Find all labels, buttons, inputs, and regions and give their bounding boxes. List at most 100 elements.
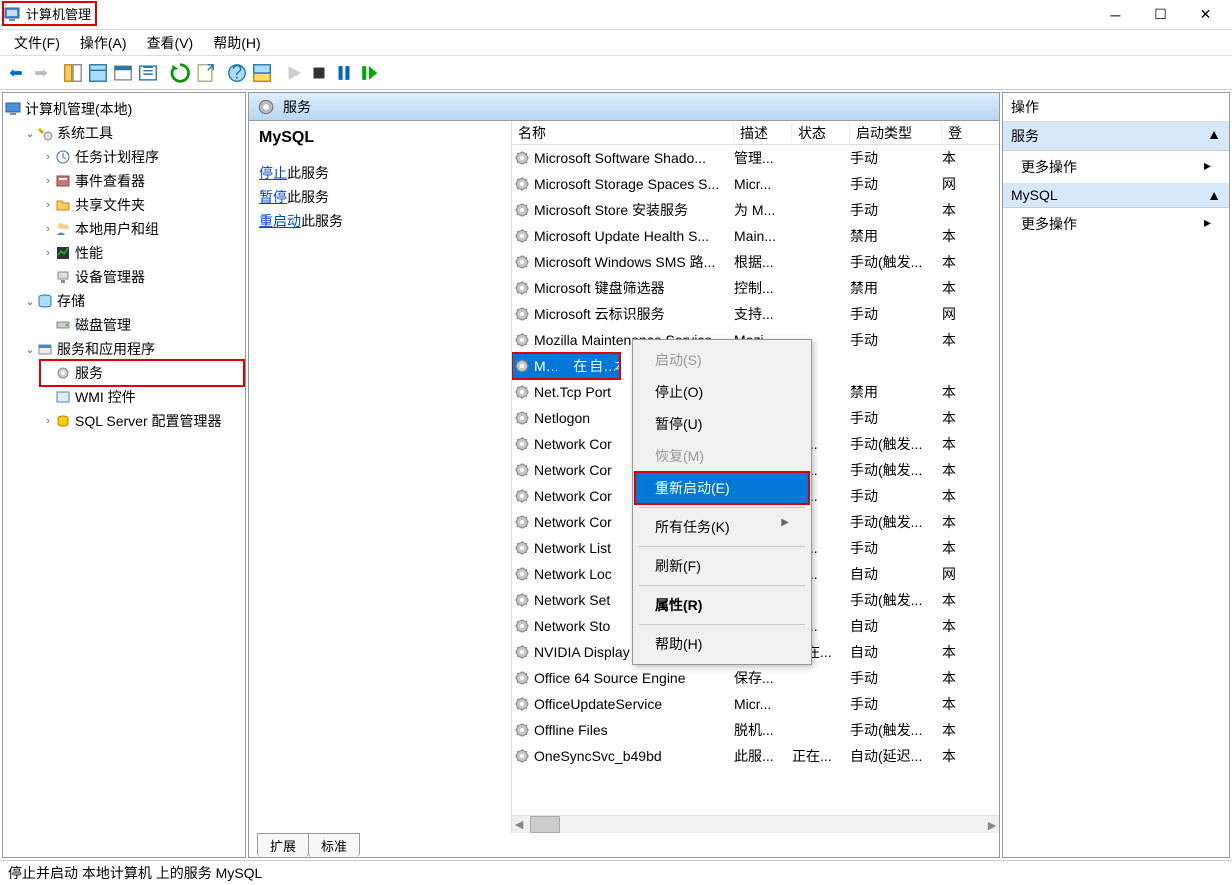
restart-button[interactable]: [357, 61, 381, 85]
actions-section-services[interactable]: 服务 ▲: [1003, 122, 1229, 151]
tree-services[interactable]: ›服务: [39, 359, 245, 387]
service-logon: 本: [942, 590, 962, 610]
col-logon[interactable]: 登: [942, 123, 962, 143]
scroll-right-icon[interactable]: ►: [985, 817, 999, 833]
tool-4[interactable]: ≡: [136, 61, 160, 85]
forward-button[interactable]: ➡: [29, 61, 53, 85]
clock-icon: [55, 149, 71, 165]
menu-help[interactable]: 帮助(H): [203, 31, 270, 55]
service-start: 自动: [589, 356, 614, 376]
tool-2[interactable]: [86, 61, 110, 85]
scroll-left-icon[interactable]: ◄: [512, 816, 526, 833]
service-start: 手动(触发...: [850, 434, 942, 454]
help-button[interactable]: ?: [225, 61, 249, 85]
stop-link[interactable]: 停止: [259, 165, 287, 181]
tree-local-users[interactable]: ›本地用户和组: [41, 217, 243, 241]
collapse-icon[interactable]: ⌄: [23, 295, 37, 308]
col-name[interactable]: 名称: [512, 123, 734, 143]
perf-icon: [55, 245, 71, 261]
service-row[interactable]: Offline Files脱机...手动(触发...本: [512, 717, 999, 743]
cm-resume: 恢复(M): [635, 440, 809, 472]
menu-action[interactable]: 操作(A): [70, 31, 137, 55]
service-start: 自动: [850, 616, 942, 636]
service-logon: 本: [942, 330, 962, 350]
menu-view[interactable]: 查看(V): [137, 31, 204, 55]
tree-disk-management[interactable]: ›磁盘管理: [41, 313, 243, 337]
actions-more-2[interactable]: 更多操作 ▸: [1003, 208, 1229, 240]
tree-performance[interactable]: ›性能: [41, 241, 243, 265]
tree-task-scheduler[interactable]: ›任务计划程序: [41, 145, 243, 169]
stop-button[interactable]: [307, 61, 331, 85]
pause-link[interactable]: 暂停: [259, 189, 287, 205]
scroll-thumb[interactable]: [530, 816, 560, 833]
collapse-icon[interactable]: ⌄: [23, 343, 37, 356]
col-status[interactable]: 状态: [792, 123, 850, 143]
play-button[interactable]: [282, 61, 306, 85]
service-status: 正在...: [792, 746, 850, 766]
tree-event-viewer[interactable]: ›事件查看器: [41, 169, 243, 193]
gear-icon: [514, 488, 530, 504]
event-icon: [55, 173, 71, 189]
gear-icon: [514, 644, 530, 660]
menu-file[interactable]: 文件(F): [4, 31, 70, 55]
tree-shared-folders[interactable]: ›共享文件夹: [41, 193, 243, 217]
actions-more-1[interactable]: 更多操作 ▸: [1003, 151, 1229, 183]
cm-restart[interactable]: 重新启动(E): [635, 472, 809, 504]
export-button[interactable]: [193, 61, 217, 85]
h-scrollbar[interactable]: ◄ ►: [512, 815, 999, 833]
service-row[interactable]: Microsoft 键盘筛选器控制...禁用本: [512, 275, 999, 301]
tree-services-apps[interactable]: ⌄ 服务和应用程序: [23, 337, 243, 361]
refresh-button[interactable]: [168, 61, 192, 85]
gear-icon: [514, 566, 530, 582]
col-start[interactable]: 启动类型: [850, 123, 942, 143]
service-row[interactable]: Microsoft Store 安装服务为 M...手动本: [512, 197, 999, 223]
service-start: 手动(触发...: [850, 460, 942, 480]
service-logon: 本: [942, 434, 962, 454]
gear-icon: [514, 306, 530, 322]
chevron-right-icon: ▶: [781, 517, 789, 528]
cm-properties[interactable]: 属性(R): [635, 589, 809, 621]
close-button[interactable]: ✕: [1183, 1, 1228, 29]
tree-wmi[interactable]: ›WMI 控件: [41, 385, 243, 409]
tree-system-tools[interactable]: ⌄ 系统工具: [23, 121, 243, 145]
cm-stop[interactable]: 停止(O): [635, 376, 809, 408]
service-start: 手动: [850, 148, 942, 168]
collapse-icon[interactable]: ⌄: [23, 127, 37, 140]
tree-root[interactable]: 计算机管理(本地): [5, 97, 243, 121]
service-start: 手动: [850, 694, 942, 714]
service-row[interactable]: Microsoft Software Shado...管理...手动本: [512, 145, 999, 171]
tab-standard[interactable]: 标准: [308, 833, 360, 857]
tree-sql-server[interactable]: ›SQL Server 配置管理器: [41, 409, 243, 433]
cm-all-tasks[interactable]: 所有任务(K)▶: [635, 511, 809, 543]
service-row[interactable]: OneSyncSvc_b49bd此服...正在...自动(延迟...本: [512, 743, 999, 769]
restart-link[interactable]: 重启动: [259, 213, 301, 229]
tool-3[interactable]: [111, 61, 135, 85]
pause-button[interactable]: [332, 61, 356, 85]
gear-icon: [514, 176, 530, 192]
service-row[interactable]: Microsoft Windows SMS 路...根据...手动(触发...本: [512, 249, 999, 275]
col-desc[interactable]: 描述: [734, 123, 792, 143]
service-start: 手动: [850, 200, 942, 220]
minimize-button[interactable]: ─: [1093, 1, 1138, 29]
service-row[interactable]: Microsoft 云标识服务支持...手动网: [512, 301, 999, 327]
service-row[interactable]: MySQL在...自动本: [512, 353, 620, 379]
service-row[interactable]: Microsoft Update Health S...Main...禁用本: [512, 223, 999, 249]
tool-5[interactable]: [250, 61, 274, 85]
cm-help[interactable]: 帮助(H): [635, 628, 809, 660]
tree-panel[interactable]: 计算机管理(本地) ⌄ 系统工具 ›任务计划程序 ›事件查看器 ›共享文件夹 ›…: [2, 92, 246, 858]
collapse-icon: ▲: [1207, 187, 1221, 203]
context-menu: 启动(S) 停止(O) 暂停(U) 恢复(M) 重新启动(E) 所有任务(K)▶…: [632, 339, 812, 665]
service-row[interactable]: OfficeUpdateServiceMicr...手动本: [512, 691, 999, 717]
actions-section-mysql[interactable]: MySQL ▲: [1003, 183, 1229, 208]
back-button[interactable]: ⬅: [4, 61, 28, 85]
cm-refresh[interactable]: 刷新(F): [635, 550, 809, 582]
tree-device-manager[interactable]: ›设备管理器: [41, 265, 243, 289]
service-logon: 本: [942, 148, 962, 168]
tree-storage[interactable]: ⌄ 存储: [23, 289, 243, 313]
cm-pause[interactable]: 暂停(U): [635, 408, 809, 440]
tab-extended[interactable]: 扩展: [257, 833, 309, 857]
service-row[interactable]: Office 64 Source Engine保存...手动本: [512, 665, 999, 691]
maximize-button[interactable]: ☐: [1138, 1, 1183, 29]
tool-1[interactable]: [61, 61, 85, 85]
service-row[interactable]: Microsoft Storage Spaces S...Micr...手动网: [512, 171, 999, 197]
